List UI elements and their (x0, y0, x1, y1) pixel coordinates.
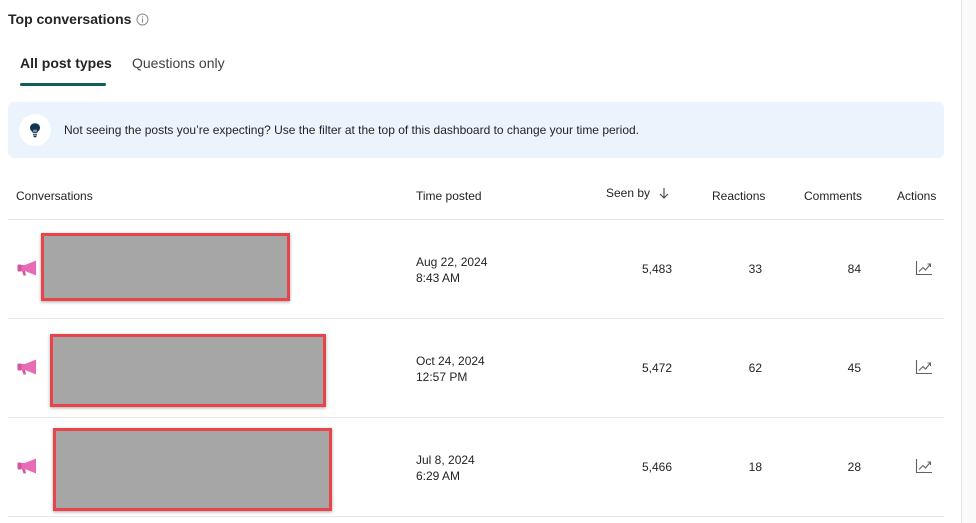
table-row[interactable]: Aug 22, 2024 8:43 AM 5,483 33 84 (8, 220, 944, 319)
comments-value: 84 (847, 262, 861, 276)
seen-by-value: 5,472 (641, 361, 672, 375)
redacted-post-title (50, 334, 326, 407)
section-title: Top conversations (8, 11, 132, 27)
banner-message: Not seeing the posts you’re expecting? U… (64, 123, 640, 137)
reactions-value: 62 (748, 361, 762, 375)
post-date: Oct 24, 2024 (416, 354, 485, 368)
arrow-down-icon (659, 187, 669, 199)
info-banner: Not seeing the posts you’re expecting? U… (8, 102, 944, 158)
column-header-comments[interactable]: Comments (804, 189, 862, 203)
time-posted-cell: Jul 8, 2024 6:29 AM (416, 452, 475, 484)
trend-chart-icon[interactable] (915, 260, 933, 281)
trend-chart-icon[interactable] (915, 359, 933, 380)
seen-by-value: 5,483 (641, 262, 672, 276)
column-header-actions: Actions (897, 189, 937, 203)
section-header: Top conversations (8, 11, 149, 27)
post-date: Aug 22, 2024 (416, 255, 488, 269)
info-icon[interactable] (136, 13, 149, 26)
megaphone-icon (16, 457, 40, 480)
comments-value: 28 (847, 460, 861, 474)
column-header-seen-by[interactable]: Seen by (606, 186, 669, 200)
post-time: 12:57 PM (416, 370, 468, 384)
megaphone-icon (16, 259, 40, 282)
table-row[interactable]: Oct 24, 2024 12:57 PM 5,472 62 45 (8, 319, 944, 418)
seen-by-label: Seen by (606, 186, 651, 200)
time-posted-cell: Aug 22, 2024 8:43 AM (416, 254, 487, 286)
redacted-post-title (53, 428, 332, 511)
reactions-value: 33 (748, 262, 762, 276)
table-row[interactable]: Jul 8, 2024 6:29 AM 5,466 18 28 (8, 418, 944, 517)
column-header-conversations: Conversations (16, 189, 93, 203)
comments-value: 45 (847, 361, 861, 375)
active-tab-indicator (20, 83, 106, 86)
tab-questions-only[interactable]: Questions only (132, 55, 225, 71)
seen-by-value: 5,466 (641, 460, 672, 474)
row-divider (8, 516, 944, 517)
vertical-scrollbar[interactable] (961, 0, 976, 523)
column-header-reactions[interactable]: Reactions (712, 189, 765, 203)
megaphone-icon (16, 358, 40, 381)
reactions-value: 18 (748, 460, 762, 474)
time-posted-cell: Oct 24, 2024 12:57 PM (416, 353, 485, 385)
tab-all-post-types[interactable]: All post types (20, 55, 112, 71)
trend-chart-icon[interactable] (915, 458, 933, 479)
lightbulb-icon (19, 114, 51, 146)
post-time: 6:29 AM (416, 469, 461, 483)
column-header-time-posted[interactable]: Time posted (416, 189, 482, 203)
post-time: 8:43 AM (416, 271, 461, 285)
post-date: Jul 8, 2024 (416, 453, 475, 467)
redacted-post-title (41, 233, 290, 301)
